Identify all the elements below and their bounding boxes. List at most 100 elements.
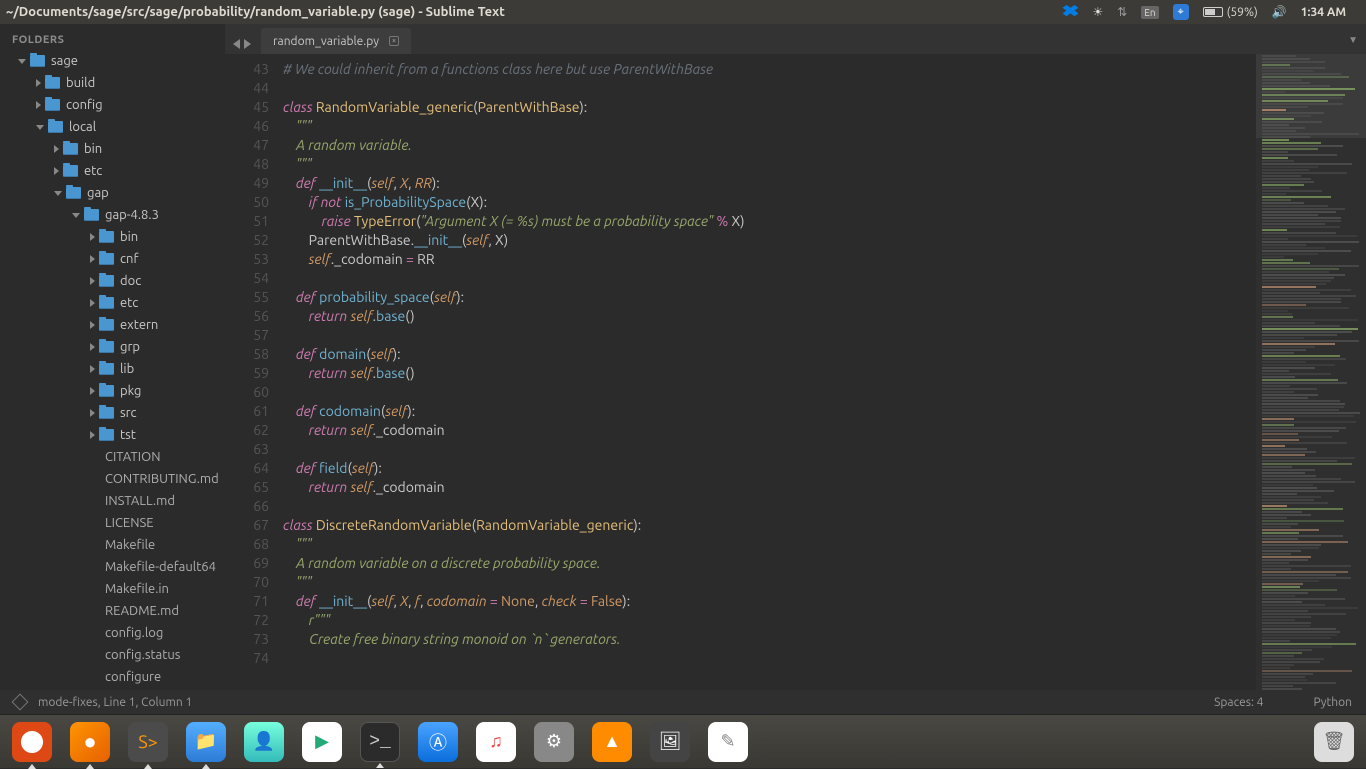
dock-sublime[interactable]: S> — [128, 722, 168, 762]
folder-tree[interactable]: sagebuildconfiglocalbinetcgapgap-4.8.3bi… — [0, 50, 225, 688]
chevron-right-icon[interactable] — [54, 167, 59, 175]
folder-item[interactable]: lib — [0, 358, 225, 380]
chevron-right-icon[interactable] — [90, 277, 95, 285]
chevron-right-icon[interactable] — [90, 321, 95, 329]
folder-icon — [99, 297, 114, 309]
folder-icon — [63, 143, 78, 155]
close-icon[interactable]: × — [389, 36, 399, 46]
status-spaces[interactable]: Spaces: 4 — [1214, 696, 1263, 709]
volume-icon[interactable]: 🔊 — [1272, 5, 1287, 19]
file-item[interactable]: Makefile — [0, 534, 225, 556]
folder-item[interactable]: bin — [0, 138, 225, 160]
folder-item[interactable]: tst — [0, 424, 225, 446]
chevron-right-icon[interactable] — [90, 233, 95, 241]
file-item[interactable]: README.md — [0, 600, 225, 622]
status-syntax[interactable]: Python — [1313, 696, 1352, 709]
clock[interactable]: 1:34 AM — [1301, 6, 1346, 19]
tab-overflow-icon[interactable]: ▼ — [1348, 34, 1358, 46]
chevron-right-icon[interactable] — [90, 409, 95, 417]
network-icon[interactable]: ⇅ — [1117, 5, 1127, 19]
dock-screenshot[interactable]: 🖼 — [650, 722, 690, 762]
brightness-icon[interactable]: ☀ — [1092, 5, 1103, 19]
tree-label: build — [66, 76, 95, 90]
dock-music[interactable]: ♫ — [476, 722, 516, 762]
nav-back-icon[interactable] — [233, 39, 240, 49]
sublime-window: FOLDERS sagebuildconfiglocalbinetcgapgap… — [0, 24, 1366, 690]
tree-label: local — [69, 120, 96, 134]
chevron-right-icon[interactable] — [90, 431, 95, 439]
folder-item[interactable]: etc — [0, 292, 225, 314]
chevron-right-icon[interactable] — [54, 145, 59, 153]
editor-area[interactable]: 4344454647484950515253545556575859606162… — [225, 54, 1366, 690]
dock-vlc[interactable]: ▲ — [592, 722, 632, 762]
dock-trash[interactable]: 🗑 — [1314, 722, 1354, 762]
folder-sidebar[interactable]: FOLDERS sagebuildconfiglocalbinetcgapgap… — [0, 24, 225, 690]
chevron-down-icon[interactable] — [18, 59, 26, 64]
folder-icon — [99, 341, 114, 353]
file-item[interactable]: CONTRIBUTING.md — [0, 468, 225, 490]
status-position[interactable]: mode-fixes, Line 1, Column 1 — [38, 696, 192, 709]
dock-appstore[interactable]: Ⓐ — [418, 722, 458, 762]
chevron-right-icon[interactable] — [90, 387, 95, 395]
folder-item[interactable]: etc — [0, 160, 225, 182]
code-view[interactable]: # We could inherit from a functions clas… — [283, 54, 1256, 690]
file-item[interactable]: INSTALL.md — [0, 490, 225, 512]
file-item[interactable]: config.log — [0, 622, 225, 644]
folder-item[interactable]: gap — [0, 182, 225, 204]
minimap[interactable] — [1256, 54, 1366, 690]
chevron-right-icon[interactable] — [90, 255, 95, 263]
file-item[interactable]: LICENSE — [0, 512, 225, 534]
folder-item[interactable]: bin — [0, 226, 225, 248]
chevron-right-icon[interactable] — [90, 299, 95, 307]
tree-label: config — [66, 98, 103, 112]
folder-item[interactable]: build — [0, 72, 225, 94]
dock-files[interactable]: 📁 — [186, 722, 226, 762]
folder-icon — [66, 187, 81, 199]
file-item[interactable]: configure — [0, 666, 225, 688]
file-item[interactable]: config.status — [0, 644, 225, 666]
tab-label: random_variable.py — [273, 35, 379, 48]
folder-item[interactable]: gap-4.8.3 — [0, 204, 225, 226]
folder-item[interactable]: src — [0, 402, 225, 424]
file-item[interactable]: CITATION — [0, 446, 225, 468]
tab-bar[interactable]: random_variable.py × ▼ — [225, 24, 1366, 54]
chevron-right-icon[interactable] — [90, 365, 95, 373]
dock-contacts[interactable]: 👤 — [244, 722, 284, 762]
folder-icon — [99, 253, 114, 265]
dock-notes[interactable]: ✎ — [708, 722, 748, 762]
folder-icon — [99, 407, 114, 419]
tree-label: gap-4.8.3 — [105, 208, 159, 222]
folder-item[interactable]: config — [0, 94, 225, 116]
chevron-down-icon[interactable] — [54, 191, 62, 196]
folder-item[interactable]: sage — [0, 50, 225, 72]
folder-item[interactable]: extern — [0, 314, 225, 336]
nav-fwd-icon[interactable] — [244, 39, 251, 49]
dock-ubuntu[interactable] — [12, 722, 52, 762]
dock-firefox[interactable]: ● — [70, 722, 110, 762]
folder-item[interactable]: pkg — [0, 380, 225, 402]
dropbox-icon[interactable] — [1062, 5, 1078, 19]
chevron-down-icon[interactable] — [36, 125, 44, 130]
folder-item[interactable]: doc — [0, 270, 225, 292]
git-icon[interactable] — [12, 694, 29, 711]
dock[interactable]: ● S> 📁 👤 ▶ >_ Ⓐ ♫ ⚙ ▲ 🖼 ✎ 🗑 — [0, 714, 1366, 768]
chevron-right-icon[interactable] — [90, 343, 95, 351]
status-bar: mode-fixes, Line 1, Column 1 Spaces: 4 P… — [0, 690, 1366, 714]
tree-label: config.log — [105, 626, 163, 640]
file-nav-arrows[interactable] — [233, 39, 251, 49]
lang-indicator[interactable]: En — [1141, 6, 1158, 19]
folder-item[interactable]: local — [0, 116, 225, 138]
chevron-right-icon[interactable] — [36, 101, 41, 109]
dock-terminal[interactable]: >_ — [360, 722, 400, 762]
dock-settings[interactable]: ⚙ — [534, 722, 574, 762]
dock-video[interactable]: ▶ — [302, 722, 342, 762]
battery-indicator[interactable]: (59%) — [1203, 6, 1258, 19]
bluetooth-icon[interactable]: ⌖ — [1173, 4, 1189, 20]
file-item[interactable]: Makefile.in — [0, 578, 225, 600]
folder-item[interactable]: cnf — [0, 248, 225, 270]
folder-item[interactable]: grp — [0, 336, 225, 358]
chevron-down-icon[interactable] — [72, 213, 80, 218]
chevron-right-icon[interactable] — [36, 79, 41, 87]
tab-active[interactable]: random_variable.py × — [261, 28, 411, 54]
file-item[interactable]: Makefile-default64 — [0, 556, 225, 578]
